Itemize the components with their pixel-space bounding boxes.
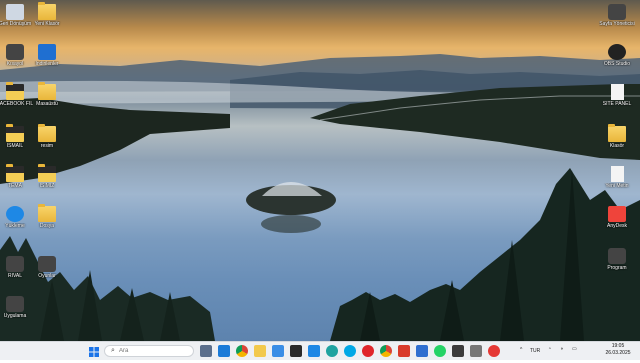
download-icon [38,44,56,60]
terminal-icon[interactable] [290,345,302,357]
desktop-icon-label: Uygulama [3,313,27,319]
clock-date: 26.03.2025 [605,350,631,356]
document-icon [610,166,624,182]
desktop-icon[interactable]: Masaüstü [29,82,65,107]
desktop-icon-label: Dosya [39,223,55,229]
desktop-icon[interactable]: Uygulama [0,296,33,319]
lake-scene [0,54,640,341]
start-button[interactable] [88,345,100,357]
app-icon[interactable] [452,345,464,357]
windows-logo-icon [89,347,99,357]
folder-dark-icon [38,164,56,182]
app-icon [38,256,56,272]
folder-icon [38,204,56,222]
desktop-icon-label: ISIMIZ [39,183,55,189]
desktop-icon[interactable]: AnyDesk [599,206,635,229]
skype-icon[interactable] [344,345,356,357]
desktop-icon[interactable]: Oyunlar [29,256,65,279]
desktop-wallpaper [0,0,640,341]
folder-dark-icon [6,82,24,100]
anydesk-icon [608,206,626,222]
folder-icon [38,2,56,20]
opera-icon[interactable] [362,345,374,357]
folder-icon [608,124,626,142]
folder-dark-icon [6,124,24,142]
whatsapp-icon[interactable] [434,345,446,357]
desktop-icon[interactable]: Yeni Klasör [29,2,65,27]
app-icon [608,248,626,264]
edge-icon[interactable] [326,345,338,357]
office-icon[interactable] [416,345,428,357]
desktop-icon-label: Yeni Klasör [34,21,60,27]
desktop-icon-label: Program [607,265,627,271]
app-blue-icon [6,206,24,222]
store-icon[interactable] [272,345,284,357]
desktop-icon-label: Sayfa Yöneticisi [599,21,635,27]
app-icon[interactable] [488,345,500,357]
desktop-icon[interactable]: SİTE PANEL [599,84,635,107]
folder-icon [38,124,56,142]
desktop-icon[interactable]: Dosya [29,204,65,229]
desktop-icon[interactable]: ISIMIZ [29,164,65,189]
desktop-icon[interactable]: İndirilenler [29,44,65,67]
chrome-icon[interactable] [236,345,248,357]
media-icon[interactable] [398,345,410,357]
clock-time: 19:05 [611,343,625,349]
wifi-icon[interactable]: ◔ [548,346,551,352]
app-icon[interactable] [308,345,320,357]
search-input[interactable] [119,346,191,356]
desktop-icon[interactable]: Yeni Metin [599,166,635,189]
desktop-icon-label: AnyDesk [606,223,627,229]
task-view-icon[interactable] [200,345,212,357]
battery-icon[interactable]: ▭ [572,346,577,352]
chrome-alt-icon[interactable] [380,345,392,357]
desktop-icon[interactable]: Program [599,248,635,271]
clock[interactable]: 19:05 26.03.2025 [600,343,636,357]
app-icon [6,296,24,312]
app-icon [6,256,24,272]
folder-dark-icon [6,164,24,182]
desktop-icon-label: İndirilenler [35,61,59,67]
recycle-bin-icon [6,4,24,20]
desktop-icon[interactable]: OBS Studio [599,44,635,67]
desktop-icon-label: Klasör [609,143,625,149]
taskbar: ⌕ ^ TUR ◔ ◑ ▭ 19:05 26.03.2025 [0,341,640,360]
desktop-icon[interactable]: resim [29,124,65,149]
file-explorer-icon[interactable] [254,345,266,357]
tray-language[interactable]: TUR [530,348,540,354]
app-icon [608,4,626,20]
tray-chevron-icon[interactable]: ^ [520,347,522,353]
desktop-icon-label: SİTE PANEL [602,101,632,107]
desktop-icon-label: Oyunlar [38,273,56,279]
desktop-icon[interactable]: Sayfa Yöneticisi [599,4,635,27]
desktop-icon-label: resim [40,143,54,149]
folder-icon [38,82,56,100]
search-icon: ⌕ [111,347,115,354]
desktop-icon-label: Yeni Metin [605,183,629,189]
widgets-icon[interactable] [218,345,230,357]
desktop-icon-label: OBS Studio [603,61,631,67]
desktop-icon[interactable]: Klasör [599,124,635,149]
app-icon [6,44,24,60]
app-icon[interactable] [470,345,482,357]
obs-icon [608,44,626,60]
desktop-icon-label: Masaüstü [36,101,58,107]
taskbar-search[interactable]: ⌕ [104,345,194,357]
volume-icon[interactable]: ◑ [560,346,563,352]
document-icon [610,84,624,100]
